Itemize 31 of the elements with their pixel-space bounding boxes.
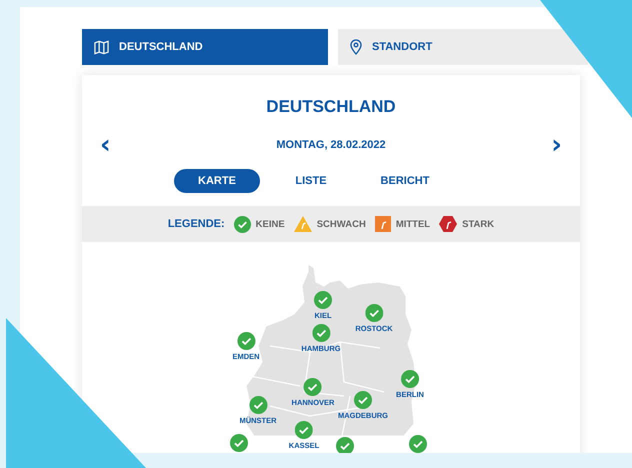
map-icon — [94, 40, 109, 54]
legend-item-label: KEINE — [256, 218, 285, 230]
date-label: MONTAG, 28.02.2022 — [276, 139, 386, 151]
check-circle-icon[interactable] — [401, 370, 419, 388]
next-day-button[interactable]: › — [547, 135, 566, 155]
location-pin-icon — [350, 39, 362, 55]
view-tab[interactable]: BERICHT — [362, 169, 448, 193]
legend-item-label: SCHWACH — [316, 218, 366, 230]
check-circle-icon[interactable] — [249, 396, 267, 414]
check-circle-icon[interactable] — [312, 324, 330, 342]
check-circle-icon[interactable] — [295, 421, 313, 439]
check-circle-icon[interactable] — [304, 378, 322, 396]
legend-label: LEGENDE: — [168, 218, 225, 230]
hexagon-icon — [439, 216, 458, 232]
region-tab[interactable]: STANDORT — [338, 29, 588, 65]
previous-day-button[interactable]: ‹ — [96, 135, 115, 155]
legend-item-label: MITTEL — [396, 218, 430, 230]
check-circle-icon[interactable] — [230, 434, 248, 452]
region-tab[interactable]: DEUTSCHLAND — [82, 29, 328, 65]
legend-item-label: STARK — [462, 218, 494, 230]
check-circle-icon[interactable] — [314, 291, 332, 309]
view-tab[interactable]: LISTE — [268, 169, 354, 193]
card-title: DEUTSCHLAND — [265, 97, 397, 117]
check-circle-icon[interactable] — [365, 304, 383, 322]
warning-triangle-icon — [294, 216, 312, 232]
check-circle-icon[interactable] — [409, 435, 427, 453]
square-alert-icon — [374, 216, 391, 232]
check-circle-icon[interactable] — [237, 332, 255, 350]
check-circle-icon[interactable] — [354, 391, 372, 409]
view-tab[interactable]: KARTE — [174, 169, 260, 193]
check-circle-icon — [234, 216, 251, 232]
